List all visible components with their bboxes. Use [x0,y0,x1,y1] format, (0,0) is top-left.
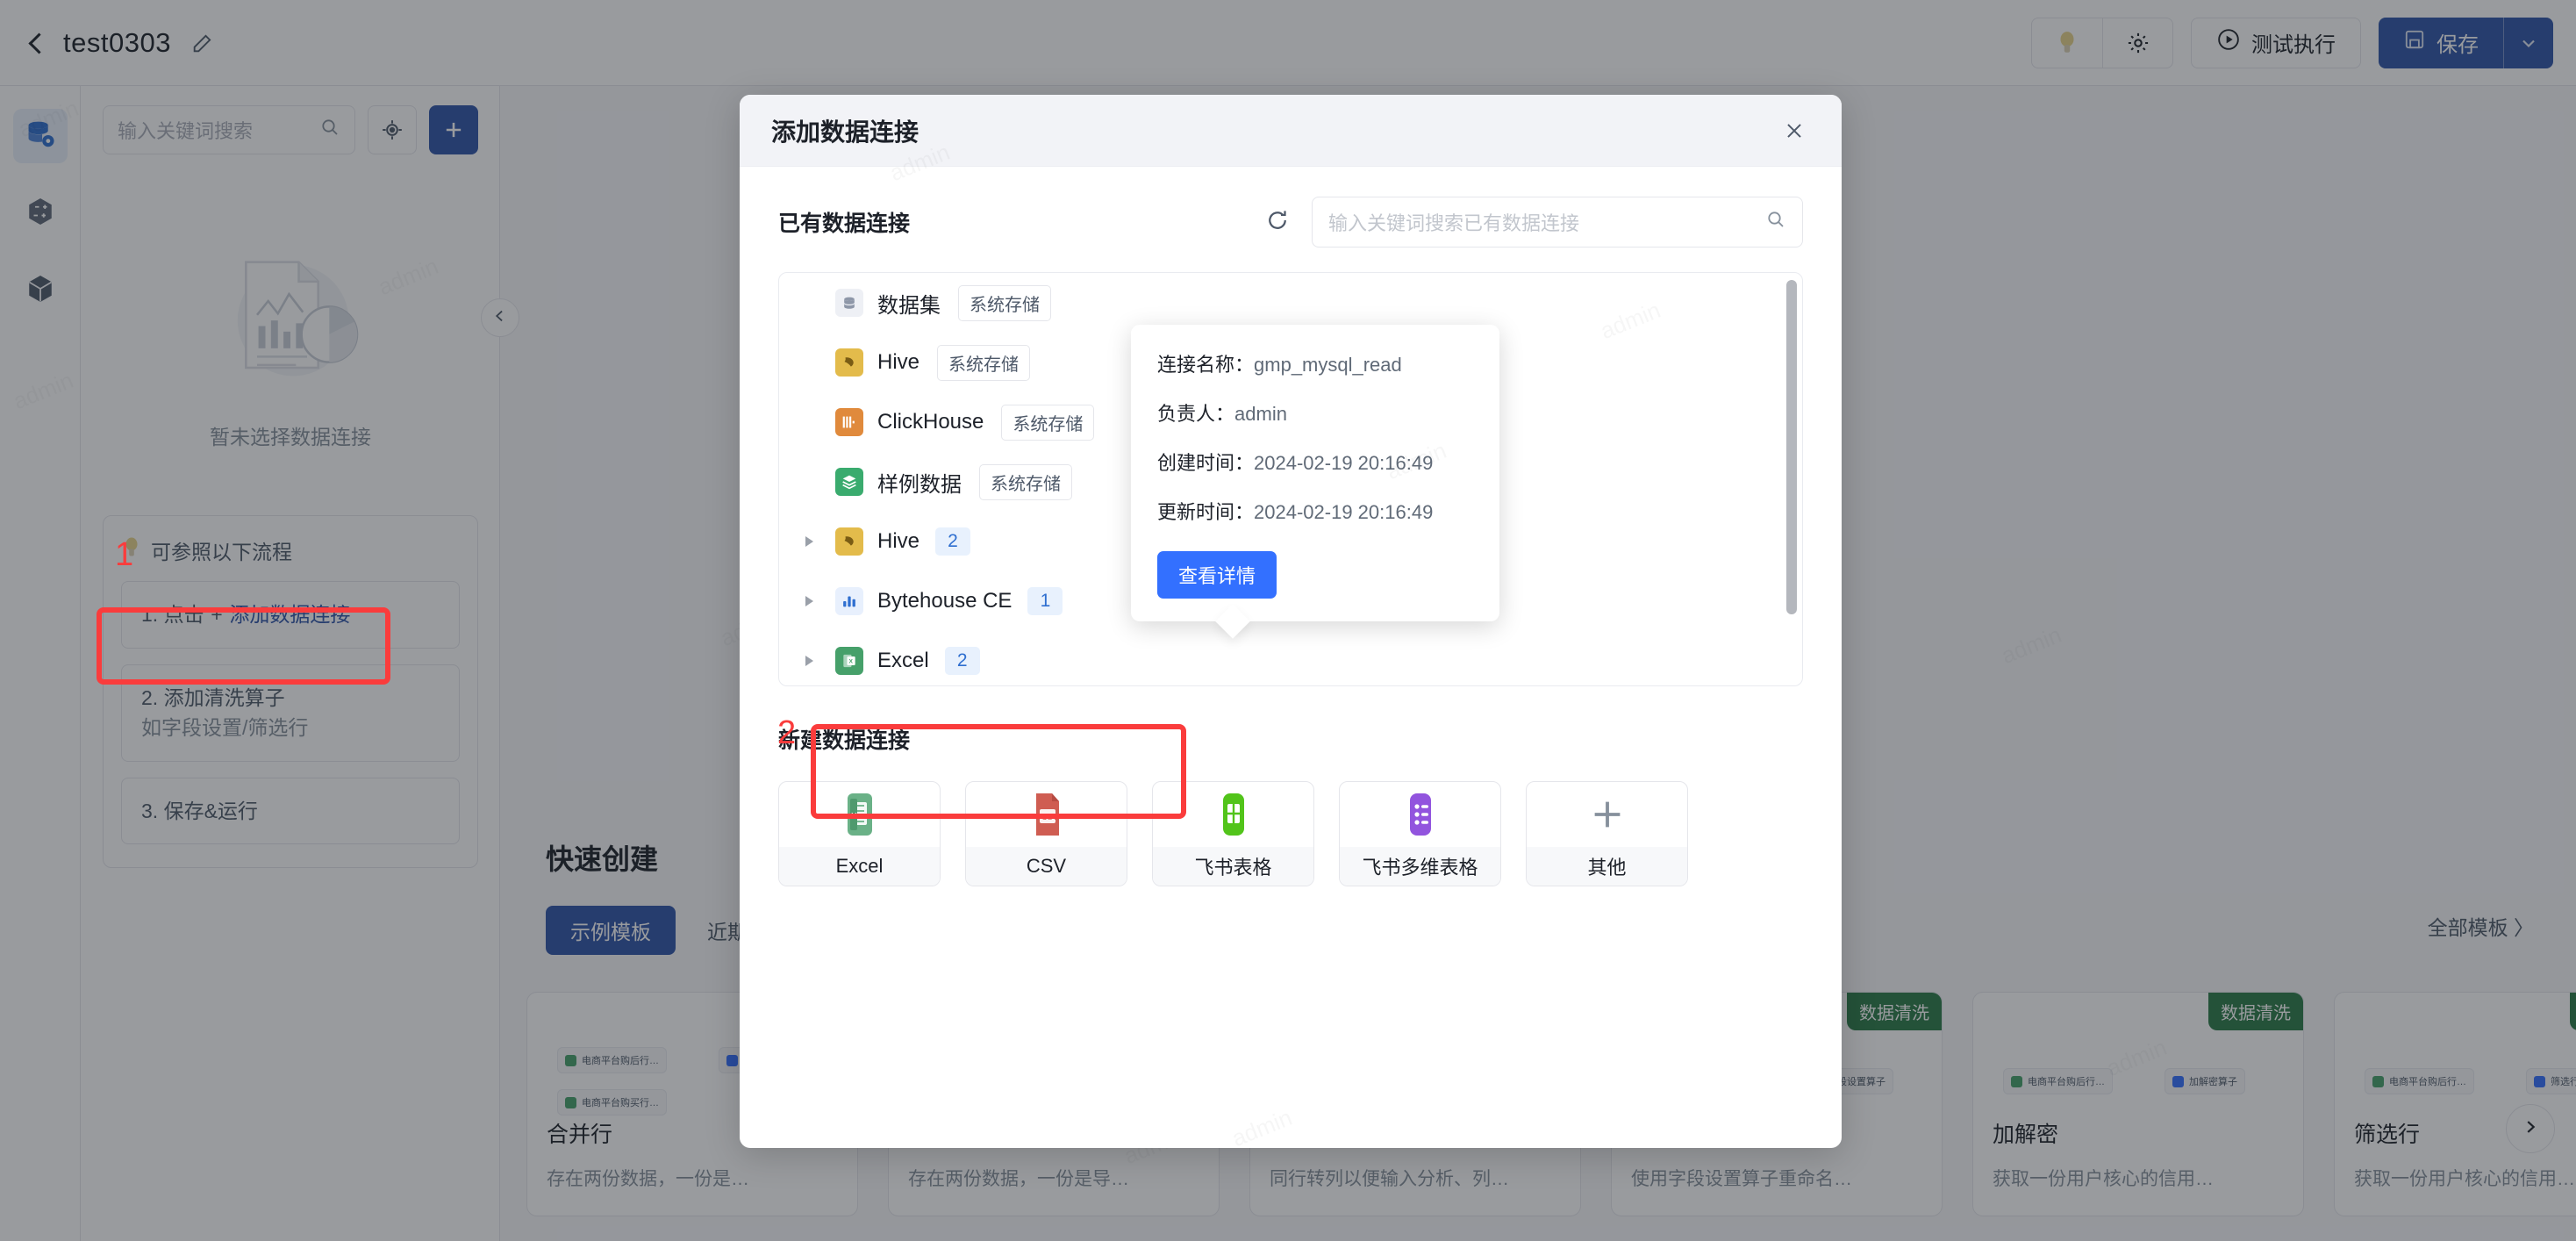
popover-label: 更新时间： [1157,501,1255,523]
popover-label: 负责人： [1157,403,1235,425]
clickhouse-icon [835,408,863,436]
connection-search-placeholder: 输入关键词搜索已有数据连接 [1328,212,1580,234]
popover-label: 连接名称： [1157,354,1255,376]
storage-tag: 系统存储 [979,463,1072,500]
new-connection-other[interactable]: 其他 [1526,781,1688,886]
new-connection-feishu-sheet[interactable]: 飞书表格 [1152,781,1314,886]
connection-count-badge: 2 [935,527,971,556]
connection-name: ClickHouse [877,410,984,434]
connection-name: Hive [877,529,920,553]
new-connection-excel[interactable]: X Excel [778,781,941,886]
new-connection-label: Excel [779,847,940,886]
connection-name: 样例数据 [877,472,962,497]
feishu-bitable-icon [1340,782,1500,847]
popover-row-updated: 更新时间：2024-02-19 20:16:49 [1157,497,1473,525]
new-connection-options: X Excel CSV CSV 飞书表格 飞书多维表格 其他 [778,781,1803,886]
connection-detail-popover: 连接名称：gmp_mysql_read 负责人：admin 创建时间：2024-… [1131,325,1499,639]
connection-count-badge: 1 [1027,587,1063,615]
annotation-number-1: 1 [115,536,134,573]
bytehouse-icon [835,587,863,615]
sample-data-icon [835,468,863,496]
new-connection-title: 新建数据连接 [778,728,911,753]
connection-count-badge: 2 [944,647,980,675]
connection-name: Bytehouse CE [877,589,1013,613]
connection-name: 数据集 [877,293,941,318]
popover-value: 2024-02-19 20:16:49 [1254,452,1434,474]
annotation-number-2: 2 [777,714,797,751]
new-connection-label: 其他 [1527,847,1687,886]
connection-name: Hive [877,350,920,374]
new-connection-label: 飞书表格 [1153,847,1313,886]
svg-text:X: X [849,659,854,665]
dialog-body: 已有数据连接 输入关键词搜索已有数据连接 数据集 系统存储 Hive 系统存储 … [740,167,1842,886]
new-connection-label: 飞书多维表格 [1340,847,1500,886]
popover-value: admin [1234,403,1287,425]
watermark: admin [1228,1104,1296,1148]
feishu-sheet-icon [1153,782,1313,847]
list-scrollbar[interactable] [1786,280,1797,678]
popover-row-created: 创建时间：2024-02-19 20:16:49 [1157,448,1473,476]
close-icon[interactable] [1778,115,1810,147]
connection-row-dataset[interactable]: 数据集 系统存储 [779,273,1802,333]
hive-icon [835,348,863,377]
expand-toggle[interactable] [805,656,835,666]
hive-icon [835,527,863,556]
list-scrollbar-thumb[interactable] [1786,280,1797,615]
dialog-title: 添加数据连接 [771,118,919,146]
expand-toggle[interactable] [805,536,835,547]
popover-label: 创建时间： [1157,452,1255,474]
plus-icon [1527,782,1687,847]
svg-text:X: X [851,812,857,821]
excel-icon: X [779,782,940,847]
storage-tag: 系统存储 [958,284,1051,321]
connection-search-input[interactable]: 输入关键词搜索已有数据连接 [1312,197,1803,247]
storage-tag: 系统存储 [1001,404,1095,441]
dialog-header: 添加数据连接 [740,95,1842,167]
storage-tag: 系统存储 [937,344,1031,381]
excel-icon: X [835,647,863,675]
new-connection-label: CSV [966,847,1127,886]
add-data-connection-dialog: 添加数据连接 已有数据连接 输入关键词搜索已有数据连接 数据集 系统存储 Hiv… [740,95,1842,1148]
new-connection-csv[interactable]: CSV CSV [965,781,1127,886]
new-connection-feishu-bitable[interactable]: 飞书多维表格 [1339,781,1501,886]
popover-row-owner: 负责人：admin [1157,398,1473,427]
popover-value: 2024-02-19 20:16:49 [1254,501,1434,523]
dataset-icon [835,289,863,317]
connection-row-excel-group[interactable]: X Excel 2 [779,631,1802,685]
existing-connections-title: 已有数据连接 [778,212,911,236]
expand-toggle[interactable] [805,596,835,606]
refresh-icon[interactable] [1264,207,1291,238]
view-detail-button[interactable]: 查看详情 [1157,551,1277,599]
existing-connections-header: 已有数据连接 输入关键词搜索已有数据连接 [778,197,1803,247]
connection-name: Excel [877,649,929,672]
svg-text:CSV: CSV [1041,813,1059,821]
popover-row-name: 连接名称：gmp_mysql_read [1157,349,1473,377]
csv-icon: CSV [966,782,1127,847]
search-icon [1765,209,1786,235]
popover-value: gmp_mysql_read [1254,354,1402,376]
